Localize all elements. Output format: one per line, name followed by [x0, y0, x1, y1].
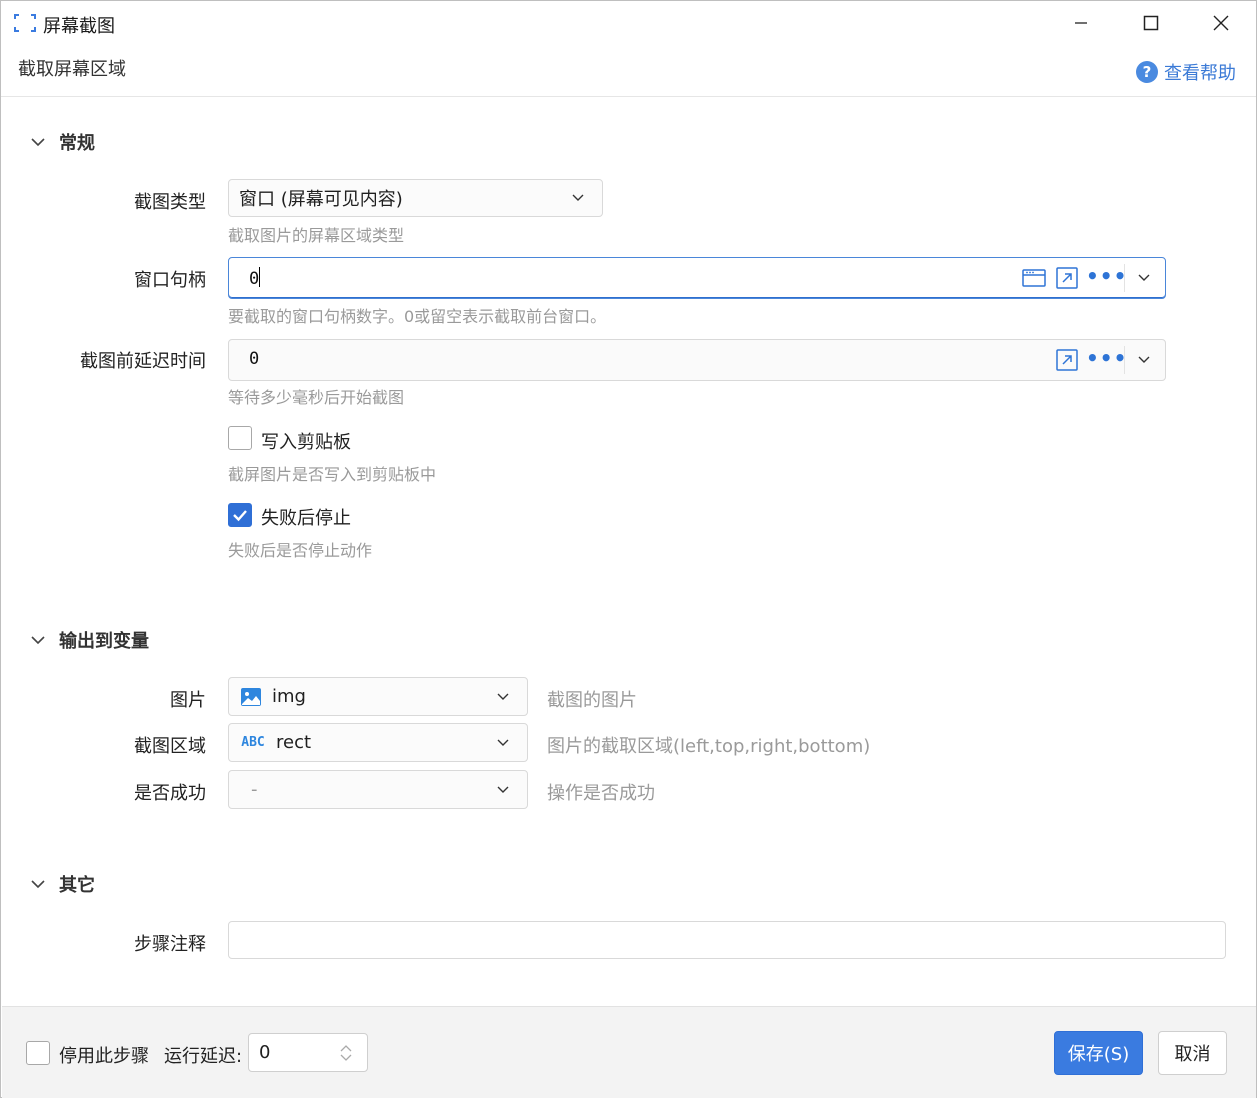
help-label: 查看帮助: [1164, 63, 1236, 84]
output-success-label: 是否成功: [134, 783, 206, 804]
title-bar: 屏幕截图: [1, 1, 1256, 45]
capture-type-value: 窗口 (屏幕可见内容): [239, 189, 403, 210]
clipboard-hint: 截屏图片是否写入到剪贴板中: [228, 465, 437, 484]
window-handle-hint: 要截取的窗口句柄数字。0或留空表示截取前台窗口。: [228, 307, 607, 326]
section-other-header[interactable]: 其它: [29, 871, 95, 897]
run-delay-value: 0: [259, 1042, 271, 1063]
abc-icon: ABC: [241, 735, 265, 750]
dialog-subtitle: 截取屏幕区域: [18, 59, 126, 80]
section-general-title: 常规: [59, 133, 95, 154]
chevron-down-icon: [31, 880, 45, 889]
minimize-icon: [1075, 22, 1087, 24]
clipboard-checkbox[interactable]: [228, 426, 252, 450]
disable-step-checkbox[interactable]: [26, 1041, 50, 1065]
save-button[interactable]: 保存(S): [1054, 1031, 1143, 1075]
image-icon: [240, 687, 262, 707]
window-handle-label: 窗口句柄: [134, 270, 206, 291]
maximize-icon: [1143, 15, 1159, 31]
minimize-button[interactable]: [1046, 1, 1116, 45]
stop-on-fail-label: 失败后停止: [261, 508, 351, 529]
output-image-desc: 截图的图片: [547, 690, 637, 711]
close-icon: [1213, 15, 1229, 31]
window-picker-icon[interactable]: [1021, 266, 1047, 290]
run-delay-spinner[interactable]: 0: [248, 1033, 368, 1072]
section-output-header[interactable]: 输出到变量: [29, 627, 149, 653]
disable-step-label: 停用此步骤: [59, 1046, 149, 1067]
output-region-desc: 图片的截取区域(left,top,right,bottom): [547, 736, 871, 757]
output-success-select[interactable]: -: [228, 770, 528, 809]
capture-type-label: 截图类型: [134, 192, 206, 213]
comment-input[interactable]: [228, 921, 1226, 959]
more-options-icon[interactable]: •••: [1086, 264, 1127, 288]
output-region-value: rect: [276, 732, 312, 753]
output-success-value: -: [251, 779, 258, 800]
help-question-icon: ?: [1136, 61, 1158, 83]
delay-hint: 等待多少毫秒后开始截图: [228, 388, 405, 407]
stop-on-fail-hint: 失败后是否停止动作: [228, 541, 373, 560]
comment-label: 步骤注释: [134, 934, 206, 955]
output-success-desc: 操作是否成功: [547, 783, 655, 804]
chevron-down-icon: [497, 693, 509, 700]
sub-header: 截取屏幕区域 ? 查看帮助: [1, 45, 1256, 97]
cancel-button[interactable]: 取消: [1158, 1031, 1227, 1075]
delay-value: 0: [249, 349, 260, 369]
chevron-down-icon: [31, 138, 45, 147]
dialog-window: 屏幕截图 截取屏幕区域 ? 查看帮助 常规 截图类型 窗口 (屏幕可见内容) 截…: [0, 0, 1257, 1098]
output-region-select[interactable]: ABC rect: [228, 723, 528, 762]
window-title: 屏幕截图: [43, 16, 115, 37]
dropdown-toggle[interactable]: [1134, 270, 1154, 286]
divider: [1124, 346, 1125, 374]
maximize-button[interactable]: [1116, 1, 1186, 45]
window-handle-input[interactable]: 0 •••: [228, 257, 1166, 299]
section-other-title: 其它: [59, 875, 95, 896]
chevron-down-icon: [497, 786, 509, 793]
section-output-title: 输出到变量: [59, 631, 149, 652]
output-region-label: 截图区域: [134, 736, 206, 757]
window-handle-value: 0: [249, 269, 260, 289]
chevron-down-icon: [31, 636, 45, 645]
clipboard-label: 写入剪贴板: [261, 432, 351, 453]
expand-arrow-icon[interactable]: [1055, 266, 1079, 290]
chevron-down-icon: [497, 739, 509, 746]
output-image-value: img: [272, 686, 306, 707]
output-image-label: 图片: [170, 690, 206, 711]
expand-arrow-icon[interactable]: [1055, 348, 1079, 372]
chevron-down-icon: [572, 194, 584, 201]
stop-on-fail-checkbox[interactable]: [228, 503, 252, 527]
checkmark-icon: [233, 510, 247, 522]
footer-bar: 停用此步骤 运行延迟: 0 保存(S) 取消: [2, 1006, 1256, 1098]
chevron-down-icon: [1138, 274, 1150, 281]
spinner-arrows-icon[interactable]: [339, 1043, 353, 1063]
window-handle-value-wrap: 0: [249, 267, 261, 289]
capture-type-select[interactable]: 窗口 (屏幕可见内容): [228, 179, 603, 217]
divider: [1124, 264, 1125, 292]
dropdown-toggle[interactable]: [1134, 352, 1154, 368]
help-link[interactable]: ? 查看帮助: [1136, 59, 1236, 85]
delay-input[interactable]: 0 •••: [228, 339, 1166, 381]
output-image-select[interactable]: img: [228, 677, 528, 716]
chevron-down-icon: [1138, 356, 1150, 363]
more-options-icon[interactable]: •••: [1086, 346, 1127, 370]
close-button[interactable]: [1186, 1, 1256, 45]
capture-type-hint: 截取图片的屏幕区域类型: [228, 226, 405, 245]
text-cursor: [259, 267, 261, 287]
delay-label: 截图前延迟时间: [80, 351, 206, 372]
screenshot-app-icon: [13, 13, 37, 33]
run-delay-label: 运行延迟:: [164, 1046, 243, 1067]
section-general-header[interactable]: 常规: [29, 129, 95, 155]
